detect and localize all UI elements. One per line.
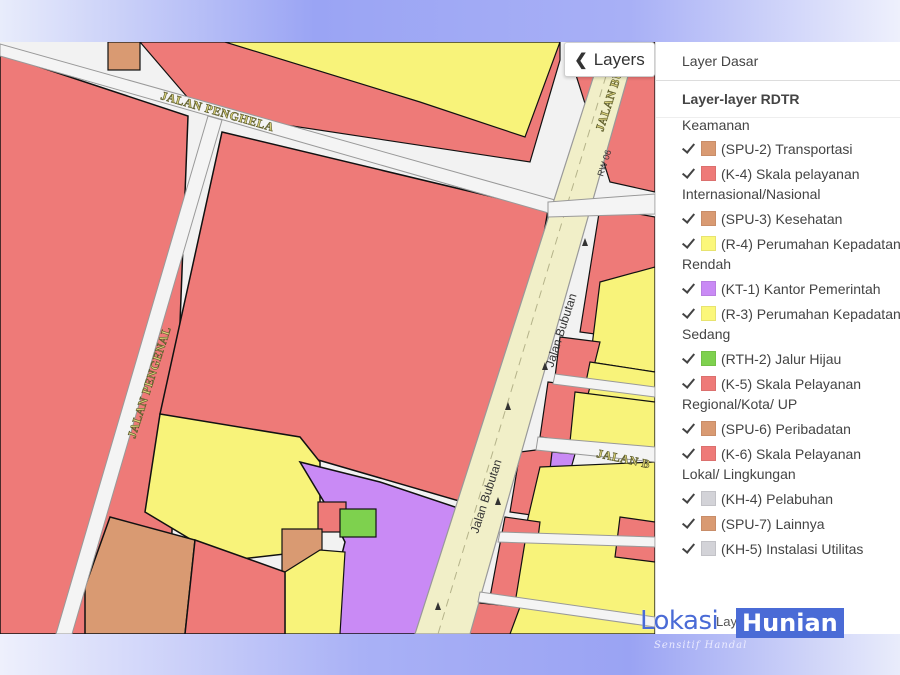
layer-item[interactable]: (SPU-3) Kesehatan	[682, 209, 900, 229]
layers-panel: Layer Dasar Layer-layer RDTR Keamanan (S…	[655, 42, 900, 634]
layer-item[interactable]: (K-6) Skala Pelayanan Lokal/ Lingkungan	[682, 444, 900, 484]
checkbox-checked-icon[interactable]	[682, 282, 696, 296]
legend-swatch	[701, 236, 716, 251]
checkbox-checked-icon[interactable]	[682, 352, 696, 366]
rdtr-section-header[interactable]: Layer-layer RDTR	[656, 81, 900, 118]
checkbox-checked-icon[interactable]	[682, 212, 696, 226]
bottom-frame-band	[0, 634, 900, 675]
watermark-logo: Lokasi Hunian Sensitif Handal	[640, 606, 880, 651]
base-layer-label: Layer Dasar	[682, 53, 759, 69]
watermark-part2: Hunian	[736, 608, 844, 638]
layer-item[interactable]: (KH-5) Instalasi Utilitas	[682, 539, 900, 559]
layer-item[interactable]: (K-5) Skala Pelayanan Regional/Kota/ UP	[682, 374, 900, 414]
layer-item-label: (RTH-2) Jalur Hijau	[721, 351, 842, 367]
layer-item[interactable]: (R-3) Perumahan Kepadatan Sedang	[682, 304, 900, 344]
layer-item[interactable]: (R-4) Perumahan Kepadatan Rendah	[682, 234, 900, 274]
map-canvas[interactable]: JALAN PENGHELA JALAN PENGENAL Jalan Bubu…	[0, 42, 655, 634]
legend-swatch	[701, 281, 716, 296]
layer-item-label: (SPU-2) Transportasi	[721, 141, 853, 157]
zone-brown-top	[107, 42, 141, 71]
layer-item[interactable]: (KT-1) Kantor Pemerintah	[682, 279, 900, 299]
layer-item-label: (KH-4) Pelabuhan	[721, 491, 834, 507]
base-layer-header[interactable]: Layer Dasar	[656, 42, 900, 81]
legend-swatch	[701, 351, 716, 366]
checkbox-checked-icon[interactable]	[682, 422, 696, 436]
legend-swatch	[701, 141, 716, 156]
zone-yellow-right-1	[589, 266, 655, 373]
legend-swatch	[701, 306, 716, 321]
legend-swatch	[701, 516, 716, 531]
legend-swatch	[701, 446, 716, 461]
checkbox-checked-icon[interactable]	[682, 307, 696, 321]
legend-swatch	[701, 166, 716, 181]
layer-item-label: (SPU-7) Lainnya	[721, 516, 825, 532]
layers-button-label: Layers	[593, 49, 645, 69]
checkbox-checked-icon[interactable]	[682, 542, 696, 556]
legend-swatch	[701, 211, 716, 226]
legend-swatch	[701, 421, 716, 436]
layer-item-cut: Keamanan	[682, 120, 750, 133]
layer-item-label: (KT-1) Kantor Pemerintah	[721, 281, 881, 297]
layer-item[interactable]: (SPU-2) Transportasi	[682, 139, 900, 159]
checkbox-checked-icon[interactable]	[682, 377, 696, 391]
zone-green	[339, 508, 377, 538]
rdtr-section-title: Layer-layer RDTR	[682, 91, 800, 107]
layer-item-label: (KH-5) Instalasi Utilitas	[721, 541, 864, 557]
top-frame-band	[0, 0, 900, 42]
layer-item[interactable]: (KH-4) Pelabuhan	[682, 489, 900, 509]
checkbox-checked-icon[interactable]	[682, 492, 696, 506]
layer-item-label: (SPU-6) Peribadatan	[721, 421, 851, 437]
checkbox-checked-icon[interactable]	[682, 517, 696, 531]
layer-item-label: (SPU-3) Kesehatan	[721, 211, 843, 227]
layers-toggle-button[interactable]: ❮ Layers	[564, 42, 655, 77]
legend-swatch	[701, 376, 716, 391]
zoning-map[interactable]: JALAN PENGHELA JALAN PENGENAL Jalan Bubu…	[0, 42, 655, 634]
layer-item[interactable]: (K-4) Skala pelayanan Internasional/Nasi…	[682, 164, 900, 204]
watermark-tagline: Sensitif Handal	[654, 640, 748, 651]
checkbox-checked-icon[interactable]	[682, 447, 696, 461]
watermark-part1: Lokasi	[640, 606, 719, 636]
legend-swatch	[701, 541, 716, 556]
checkbox-checked-icon[interactable]	[682, 142, 696, 156]
checkbox-checked-icon[interactable]	[682, 237, 696, 251]
layer-item[interactable]: (RTH-2) Jalur Hijau	[682, 349, 900, 369]
layer-item[interactable]: (SPU-7) Lainnya	[682, 514, 900, 534]
layer-item[interactable]: (SPU-6) Peribadatan	[682, 419, 900, 439]
checkbox-checked-icon[interactable]	[682, 167, 696, 181]
layer-list[interactable]: Keamanan (SPU-2) Transportasi (K-4) Skala…	[656, 120, 900, 610]
chevron-left-icon: ❮	[574, 51, 588, 69]
legend-swatch	[701, 491, 716, 506]
